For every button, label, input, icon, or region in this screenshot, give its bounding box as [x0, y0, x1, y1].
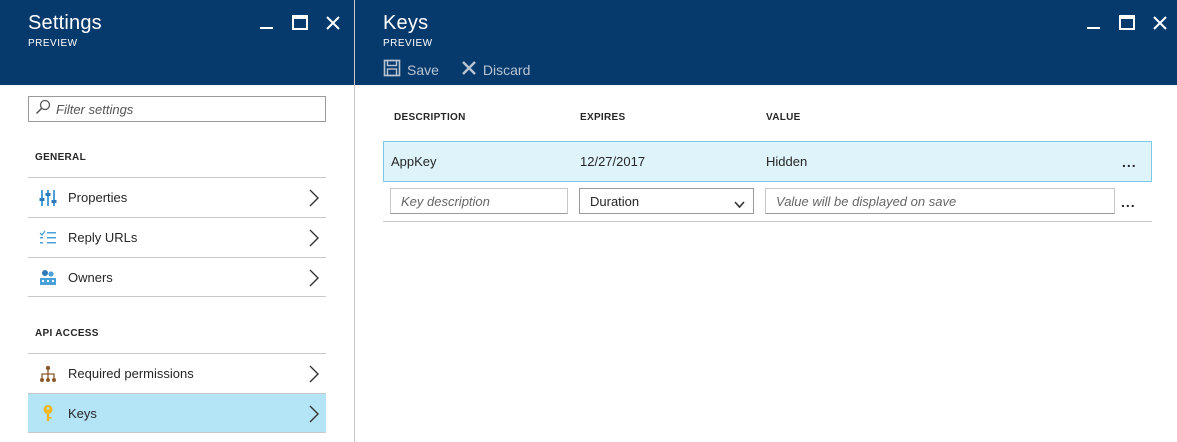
key-expires-cell: 12/27/2017	[580, 154, 646, 169]
key-value-field[interactable]	[765, 188, 1115, 214]
new-key-row: Duration ...	[383, 182, 1152, 222]
chevron-down-icon	[734, 197, 745, 209]
list-icon	[38, 228, 58, 248]
save-label: Save	[407, 61, 439, 78]
chevron-right-icon	[308, 365, 320, 383]
keys-blade-body: DESCRIPTION EXPIRES VALUE AppKey 12/27/2…	[355, 85, 1177, 442]
sidebar-item-label: Keys	[68, 405, 97, 421]
column-header-expires: EXPIRES	[580, 112, 626, 123]
settings-blade-header: Settings PREVIEW	[0, 0, 354, 85]
duration-select-value: Duration	[590, 193, 640, 209]
keys-window-controls	[1085, 14, 1169, 32]
settings-window-controls	[258, 14, 342, 32]
chevron-right-icon	[308, 405, 320, 423]
duration-select[interactable]: Duration	[579, 188, 754, 214]
keys-blade-header: Keys PREVIEW Save Discard	[355, 0, 1177, 85]
hierarchy-icon	[38, 364, 58, 384]
section-heading-general: GENERAL	[35, 152, 86, 163]
filter-settings-box[interactable]	[28, 96, 326, 122]
key-description-field[interactable]	[390, 188, 568, 214]
minimize-icon[interactable]	[1085, 14, 1103, 32]
column-header-description: DESCRIPTION	[394, 112, 466, 123]
owners-icon	[38, 267, 58, 287]
table-row[interactable]: AppKey 12/27/2017 Hidden ...	[383, 141, 1152, 182]
settings-blade-subtitle: PREVIEW	[28, 38, 78, 49]
sidebar-item-required-permissions[interactable]: Required permissions	[28, 353, 326, 393]
properties-icon	[38, 188, 58, 208]
api-access-menu: Required permissions Keys	[28, 353, 326, 433]
sidebar-item-label: Properties	[68, 190, 128, 205]
more-options-icon[interactable]: ...	[1122, 154, 1137, 170]
chevron-right-icon	[308, 269, 320, 287]
save-button[interactable]: Save	[383, 59, 439, 80]
key-value-input[interactable]	[766, 193, 1114, 209]
column-header-value: VALUE	[766, 112, 801, 123]
sidebar-item-properties[interactable]: Properties	[28, 177, 326, 217]
chevron-right-icon	[308, 189, 320, 207]
more-options-icon[interactable]: ...	[1121, 194, 1136, 210]
key-value-cell: Hidden	[766, 154, 808, 169]
search-icon	[35, 99, 51, 120]
minimize-icon[interactable]	[258, 14, 276, 32]
discard-icon	[461, 60, 477, 79]
key-description-input[interactable]	[391, 193, 567, 209]
save-icon	[383, 59, 401, 80]
filter-settings-input[interactable]	[56, 101, 316, 117]
sidebar-item-owners[interactable]: Owners	[28, 257, 326, 297]
discard-label: Discard	[482, 61, 531, 78]
discard-button[interactable]: Discard	[461, 59, 530, 80]
keys-blade-subtitle: PREVIEW	[383, 38, 433, 49]
keys-blade-title: Keys	[383, 12, 429, 34]
sidebar-item-reply-urls[interactable]: Reply URLs	[28, 217, 326, 257]
settings-blade-title: Settings	[28, 12, 102, 34]
maximize-icon[interactable]	[291, 14, 309, 32]
close-icon[interactable]	[1151, 14, 1169, 32]
settings-blade-body: GENERAL Properties Reply URLs Owners API…	[0, 85, 354, 442]
general-menu: Properties Reply URLs Owners	[28, 177, 326, 297]
sidebar-item-label: Reply URLs	[68, 230, 138, 245]
sidebar-item-label: Required permissions	[68, 366, 194, 381]
key-icon	[38, 403, 58, 423]
close-icon[interactable]	[324, 14, 342, 32]
sidebar-item-label: Owners	[68, 269, 113, 285]
keys-command-bar: Save Discard	[383, 59, 530, 80]
chevron-right-icon	[308, 229, 320, 247]
section-heading-api-access: API ACCESS	[35, 328, 99, 339]
maximize-icon[interactable]	[1118, 14, 1136, 32]
sidebar-item-keys[interactable]: Keys	[28, 393, 326, 433]
key-description-cell: AppKey	[391, 154, 437, 169]
